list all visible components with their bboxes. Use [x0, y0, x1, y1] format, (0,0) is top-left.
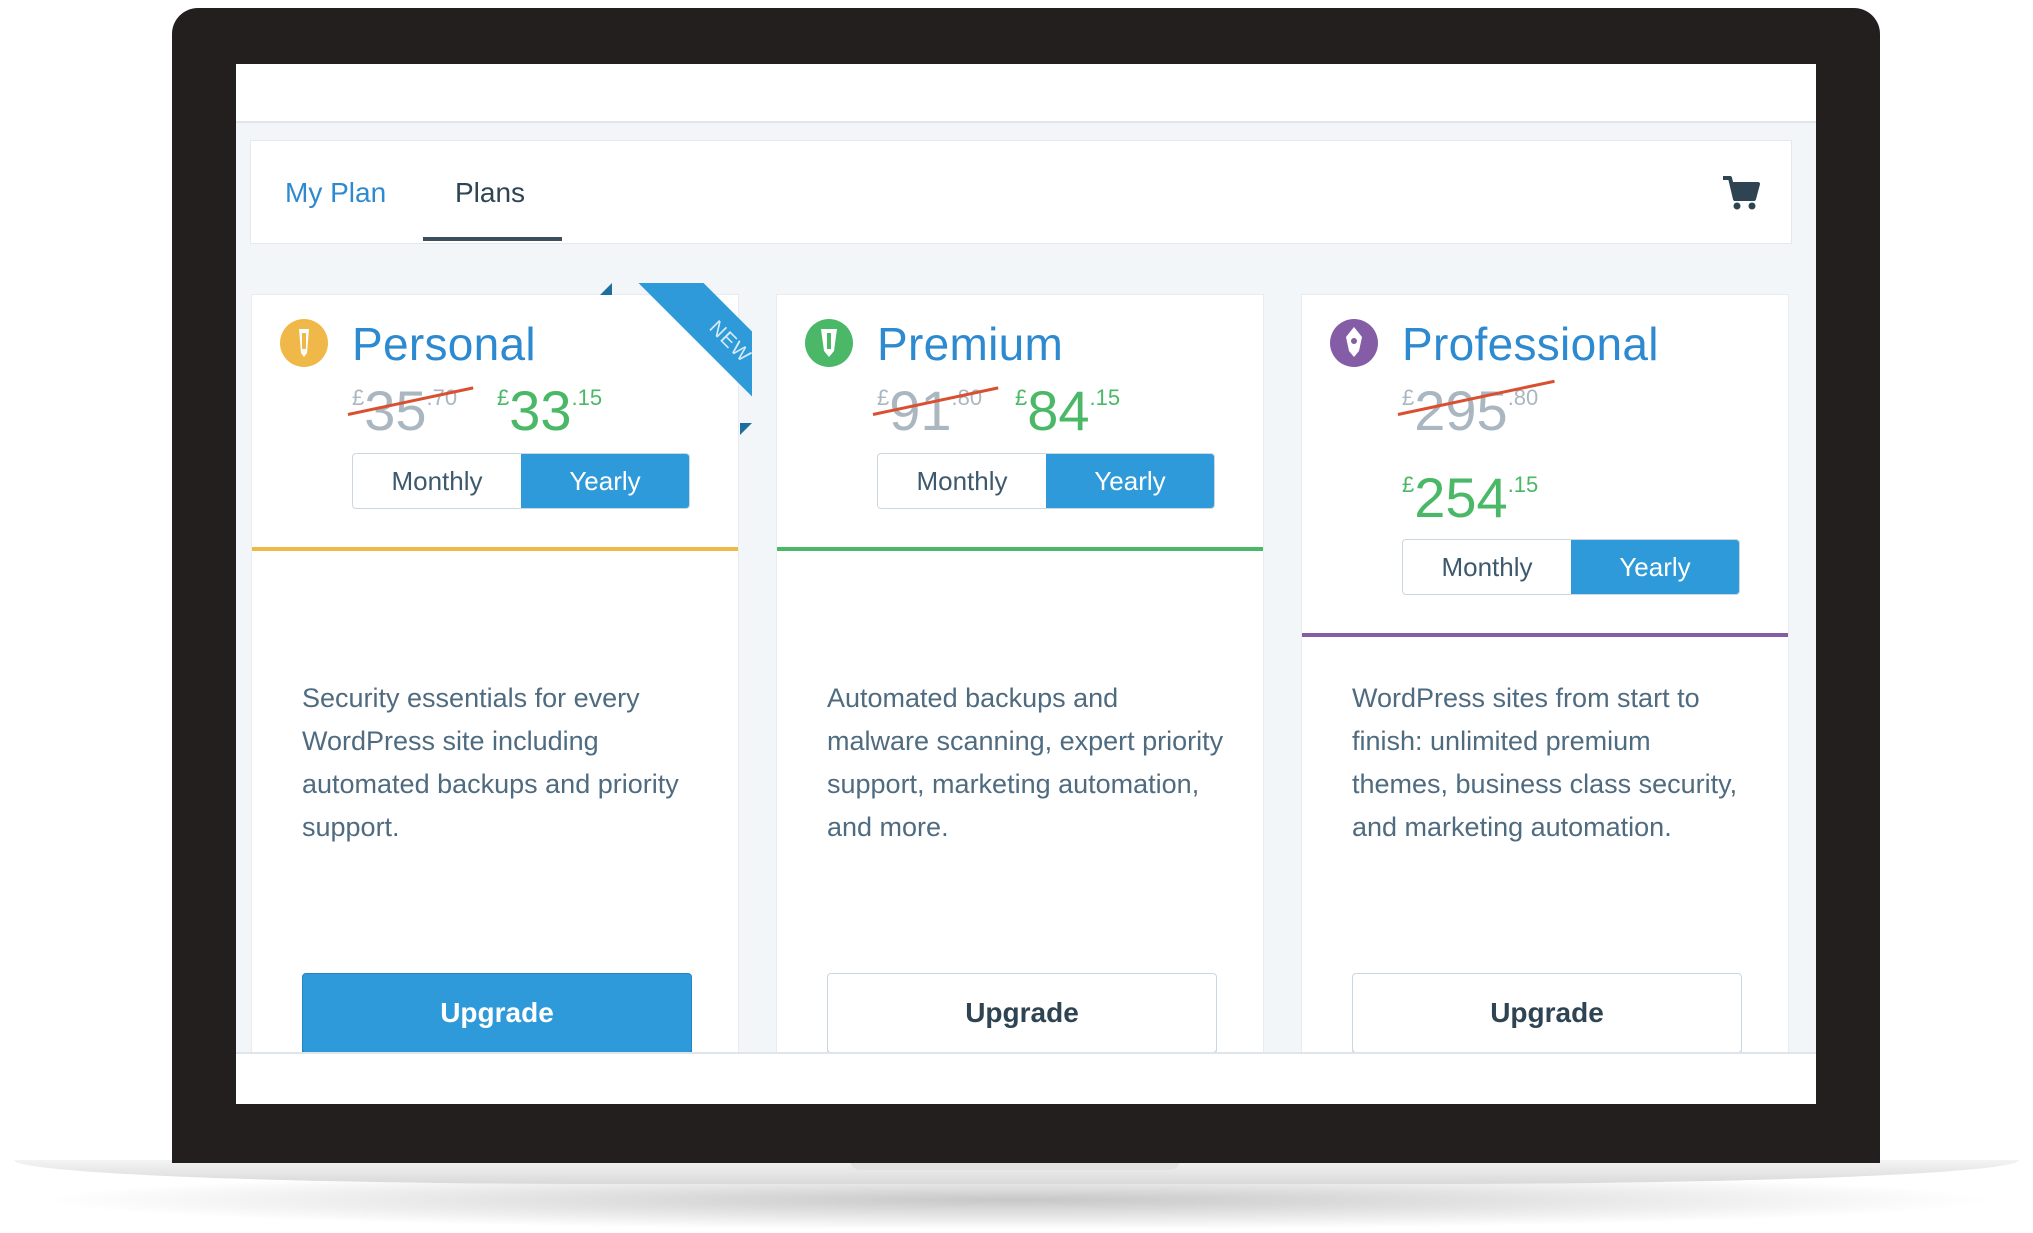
plan-divider	[252, 547, 738, 551]
active-tab-indicator	[423, 237, 562, 241]
currency-symbol: £	[352, 385, 365, 410]
upgrade-button[interactable]: Upgrade	[302, 973, 692, 1053]
plan-name: Premium	[877, 318, 1064, 370]
cart-icon[interactable]	[1721, 173, 1761, 213]
premium-plan-icon	[805, 319, 853, 367]
currency-symbol: £	[1402, 472, 1415, 497]
plan-name: Personal	[352, 318, 536, 370]
plan-divider	[777, 547, 1263, 551]
professional-plan-icon	[1330, 319, 1378, 367]
billing-toggle: Monthly Yearly	[877, 453, 1215, 509]
discounted-price: £254.15	[1402, 470, 1538, 526]
price-whole: 254	[1414, 466, 1508, 529]
yearly-option[interactable]: Yearly	[521, 454, 689, 508]
plans-navbar: My Plan Plans	[250, 140, 1792, 244]
price-fraction: .15	[1089, 385, 1121, 410]
plan-description: Automated backups and malware scanning, …	[827, 683, 1224, 842]
billing-toggle: Monthly Yearly	[352, 453, 690, 509]
tab-plans[interactable]: Plans	[455, 141, 525, 243]
tab-my-plan[interactable]: My Plan	[285, 141, 386, 243]
price-whole: 33	[509, 379, 572, 442]
upgrade-button[interactable]: Upgrade	[1352, 973, 1742, 1053]
plan-card-premium: Premium £91.80 £84.15 Monthly Yearly Aut…	[776, 294, 1264, 1064]
original-price: £295.80	[1397, 379, 1555, 439]
currency-symbol: £	[877, 385, 890, 410]
yearly-option[interactable]: Yearly	[1571, 540, 1739, 594]
original-price: £35.70	[347, 383, 474, 439]
plan-name: Professional	[1402, 318, 1659, 370]
original-price: £91.80	[872, 383, 999, 439]
price-whole: 84	[1027, 379, 1090, 442]
screen: My Plan Plans NEW Personal £35.70 £33.15…	[236, 64, 1816, 1104]
billing-toggle: Monthly Yearly	[1402, 539, 1740, 595]
new-ribbon: NEW	[600, 283, 752, 435]
personal-plan-icon	[280, 319, 328, 367]
ribbon-fold	[740, 423, 752, 435]
plan-divider	[1302, 633, 1788, 637]
plan-card-personal: NEW Personal £35.70 £33.15 Monthly Yearl…	[251, 283, 752, 1064]
upgrade-button[interactable]: Upgrade	[827, 973, 1217, 1053]
currency-symbol: £	[1402, 385, 1415, 410]
screen-top-bar	[236, 64, 1816, 123]
screen-bottom-bar	[236, 1052, 1816, 1104]
price-whole: 295	[1414, 379, 1508, 442]
discounted-price: £33.15	[497, 383, 602, 439]
monthly-option[interactable]: Monthly	[878, 454, 1046, 508]
discounted-price: £84.15	[1015, 383, 1120, 439]
yearly-option[interactable]: Yearly	[1046, 454, 1214, 508]
currency-symbol: £	[1015, 385, 1028, 410]
monthly-option[interactable]: Monthly	[353, 454, 521, 508]
new-badge: NEW	[635, 283, 752, 435]
plan-description: Security essentials for every WordPress …	[302, 683, 679, 842]
plan-card-professional: Professional £295.80 £254.15 Monthly Yea…	[1301, 294, 1789, 1064]
price-fraction: .15	[1507, 472, 1539, 497]
price-fraction: .15	[571, 385, 603, 410]
currency-symbol: £	[497, 385, 510, 410]
monthly-option[interactable]: Monthly	[1403, 540, 1571, 594]
plan-description: WordPress sites from start to finish: un…	[1352, 683, 1738, 842]
